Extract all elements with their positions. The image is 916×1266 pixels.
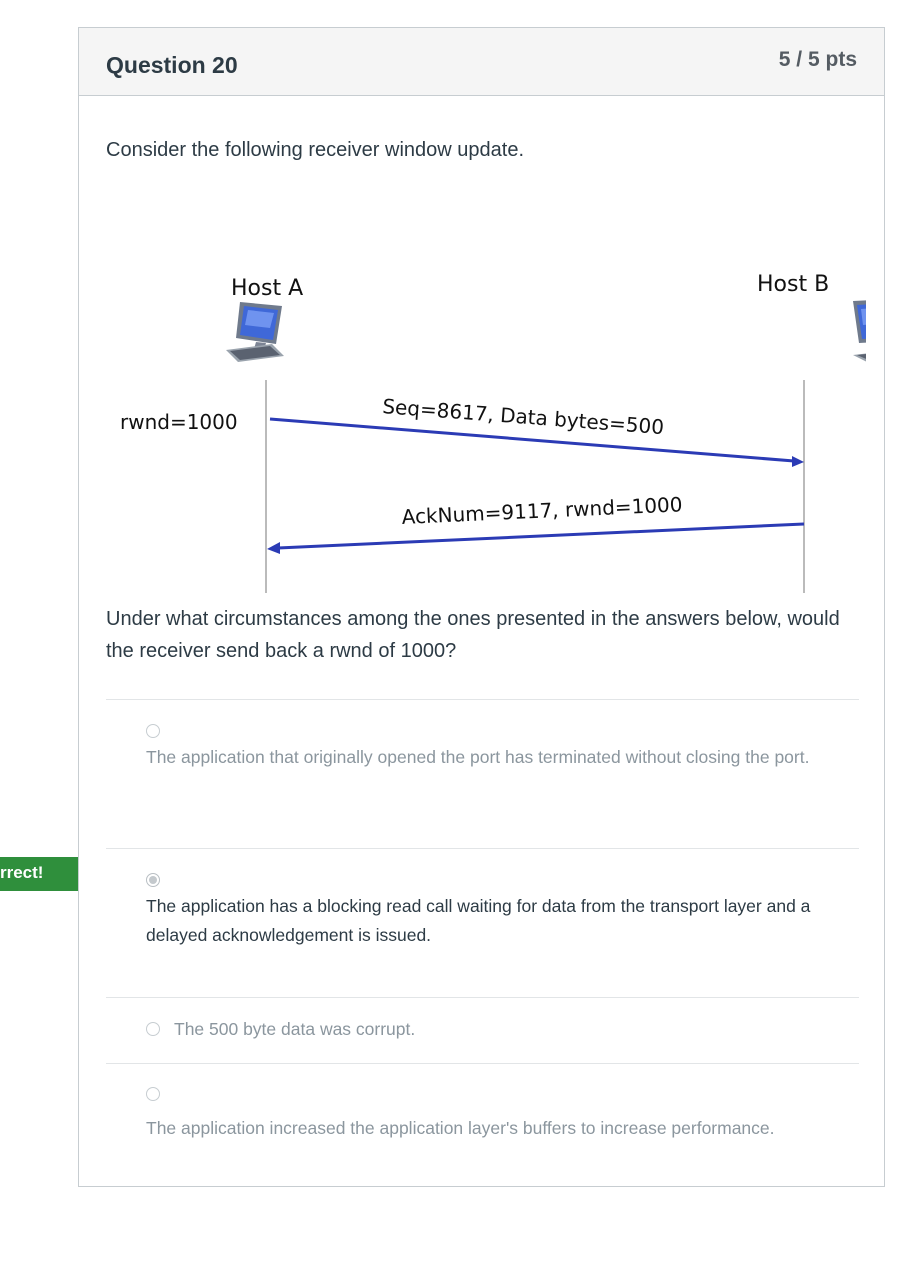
ack-segment-arrow bbox=[277, 522, 805, 550]
question-card: Question 20 5 / 5 pts Consider the follo… bbox=[78, 27, 885, 1187]
receiver-window-diagram: Host A Host B rwnd=1000 Seq=8617, Data b… bbox=[120, 272, 866, 593]
data-segment-arrowhead bbox=[792, 456, 804, 467]
question-body: Under what circumstances among the ones … bbox=[106, 608, 840, 662]
answer-divider bbox=[106, 1063, 859, 1064]
question-header: Question 20 5 / 5 pts bbox=[79, 28, 884, 96]
host-b-label: Host B bbox=[757, 272, 829, 297]
answer-3-text[interactable]: The 500 byte data was corrupt. bbox=[174, 1015, 834, 1044]
answer-divider bbox=[106, 997, 859, 998]
host-a-label: Host A bbox=[231, 276, 303, 301]
rwnd-label: rwnd=1000 bbox=[120, 410, 238, 434]
answer-divider bbox=[106, 848, 859, 849]
question-prompt: Consider the following receiver window u… bbox=[106, 139, 525, 161]
answer-3-radio[interactable] bbox=[146, 1022, 160, 1036]
answer-divider bbox=[106, 699, 859, 700]
host-b-computer-icon bbox=[853, 300, 866, 362]
host-a-computer-icon bbox=[226, 302, 284, 362]
answer-2-text[interactable]: The application has a blocking read call… bbox=[146, 892, 836, 950]
answer-4-text[interactable]: The application increased the applicatio… bbox=[146, 1114, 836, 1143]
answer-2-radio[interactable] bbox=[146, 873, 160, 887]
answer-1-radio[interactable] bbox=[146, 724, 160, 738]
question-points: 5 / 5 pts bbox=[778, 48, 857, 71]
answer-4-radio[interactable] bbox=[146, 1087, 160, 1101]
answer-1-text[interactable]: The application that originally opened t… bbox=[146, 743, 836, 772]
ack-segment-label: AckNum=9117, rwnd=1000 bbox=[401, 492, 683, 529]
correct-flag-label: rrect! bbox=[0, 863, 44, 882]
ack-segment-arrowhead bbox=[267, 542, 280, 554]
question-title: Question 20 bbox=[106, 52, 238, 78]
